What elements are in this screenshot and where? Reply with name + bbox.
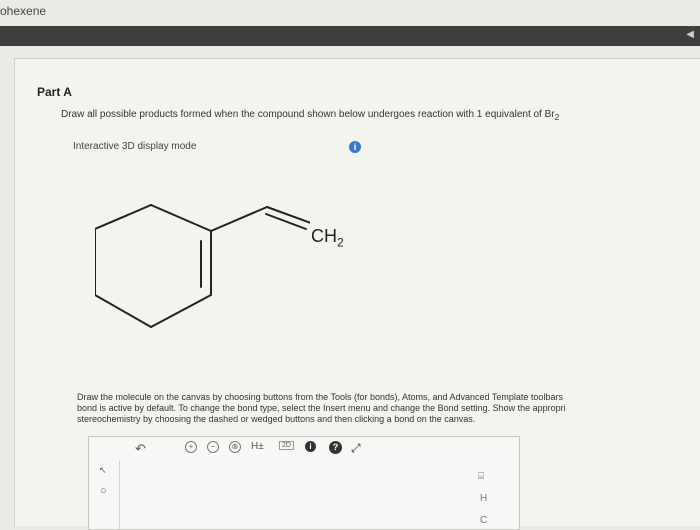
ch2-label: CH2 [311,226,344,250]
template-icon[interactable]: 2D [279,441,294,450]
select-tool-icon[interactable]: ↖ [99,465,107,476]
toolbar-band: ◀ [0,26,700,46]
undo-icon[interactable]: ↶ [135,441,146,457]
part-label: Part A [37,85,72,99]
drawing-instruction-line: Draw the molecule on the canvas by choos… [77,392,563,402]
ring-bond [150,204,212,232]
ch2-subscript: 2 [337,235,344,250]
lasso-tool-icon[interactable]: ○ [100,485,107,497]
zoom-out-icon[interactable]: − [207,441,219,453]
atom-c-button[interactable]: C [480,515,487,526]
instruction-text: Draw all possible products formed when t… [61,109,555,120]
help-icon[interactable]: ? [329,441,342,454]
expand-icon[interactable]: ⤢ [351,441,361,456]
question-instruction: Draw all possible products formed when t… [61,109,559,122]
ring-bond [150,294,212,328]
info-icon[interactable]: i [349,141,361,153]
window-title: ohexene [0,4,47,18]
ch2-main: CH [311,226,337,246]
drawing-instruction-line: stereochemistry by choosing the dashed o… [77,414,476,424]
drawing-instructions: Draw the molecule on the canvas by choos… [77,392,700,425]
drawing-canvas[interactable]: ↶ + − ⊗ H± 2D i ? ⤢ ↖ ○ [88,436,520,530]
atom-h-button[interactable]: H [480,493,487,504]
zoom-reset-icon[interactable]: ⊗ [229,441,241,453]
molecule-structure [95,204,310,328]
left-tool-strip: ↖ ○ [89,461,120,529]
info-circle-icon[interactable]: i [305,441,316,452]
instruction-subscript: 2 [554,112,560,122]
zoom-in-icon[interactable]: + [185,441,197,453]
vinyl-double-bond-inner [265,213,307,230]
back-arrow-icon[interactable]: ◀ [686,29,694,40]
display-mode-label: Interactive 3D display mode [73,141,197,152]
question-panel: Part A Draw all possible products formed… [14,58,700,530]
hydrogen-toggle-button[interactable]: H± [251,441,264,452]
vinyl-double-bond [266,206,310,224]
drawing-instruction-line: bond is active by default. To change the… [77,403,566,413]
ring-bond [95,204,152,230]
periodic-table-icon[interactable]: ⌸ [478,471,484,482]
ring-bond [95,294,152,328]
vinyl-bond [210,206,268,232]
